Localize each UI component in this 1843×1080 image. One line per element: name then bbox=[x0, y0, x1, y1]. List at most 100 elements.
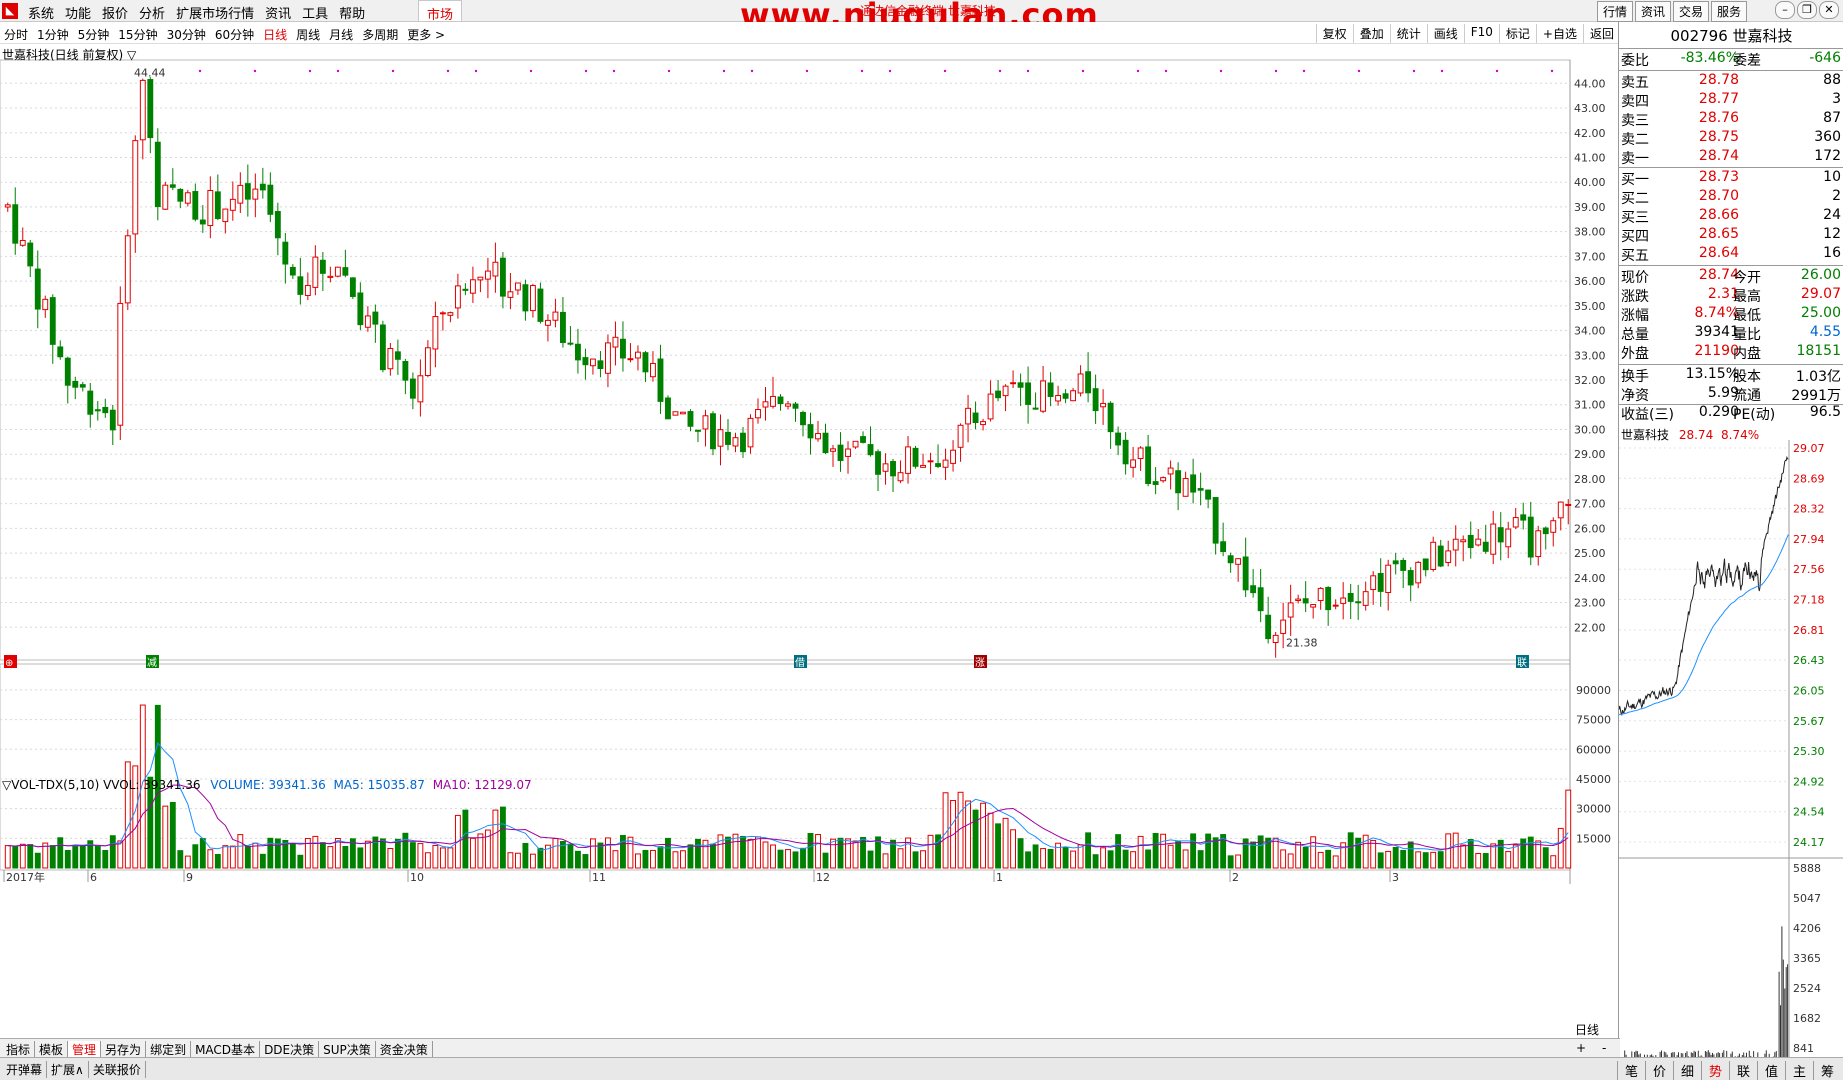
kline-title[interactable]: 世嘉科技(日线 前复权) ▽ bbox=[2, 46, 136, 63]
period-tab-fenshi[interactable]: 分时 bbox=[4, 26, 28, 43]
candle-body bbox=[282, 241, 289, 265]
menu-item-function[interactable]: 功能 bbox=[65, 3, 102, 22]
volume-bar bbox=[1137, 835, 1144, 869]
candle-body bbox=[514, 282, 521, 291]
menu-item-system[interactable]: 系统 bbox=[28, 3, 65, 22]
volume-indicator-title: ▽VOL-TDX(5,10) VVOL: 39341.36 VOLUME: 39… bbox=[2, 778, 532, 792]
menu-item-ext-market[interactable]: 扩展市场行情 bbox=[176, 3, 265, 22]
kline-chart-area[interactable]: 44.00 43.00 42.00 41.00 40.00 39.00 38.00 37.00… bbox=[0, 44, 1620, 1038]
back-button[interactable]: 返回 bbox=[1582, 24, 1620, 43]
service-button[interactable]: 服务 bbox=[1710, 1, 1747, 22]
draw-line-button[interactable]: 画线 bbox=[1426, 24, 1464, 43]
candle-body bbox=[492, 261, 499, 277]
candle-body bbox=[725, 431, 731, 445]
period-tab-daily[interactable]: 日线 bbox=[263, 26, 287, 43]
menu-item-news[interactable]: 资讯 bbox=[265, 3, 302, 22]
volume-bar bbox=[252, 842, 259, 869]
ask-row[interactable]: 卖三 28.76 87 bbox=[1619, 110, 1843, 129]
tab-fund[interactable]: 资金决策 bbox=[376, 1041, 433, 1058]
date-label: 10 bbox=[410, 871, 424, 884]
mini-tab-zhi[interactable]: 值 bbox=[1757, 1061, 1785, 1080]
tab-macd[interactable]: MACD基本 bbox=[191, 1041, 261, 1058]
close-icon[interactable]: ✕ bbox=[1819, 1, 1839, 19]
volume-bar bbox=[342, 846, 349, 869]
mini-tab-jia[interactable]: 价 bbox=[1645, 1061, 1673, 1080]
volume-bar bbox=[770, 844, 776, 869]
candle-body bbox=[409, 378, 416, 399]
price-tick-label: 29.00 bbox=[1574, 448, 1606, 461]
volume-bar bbox=[1182, 849, 1189, 869]
overlay-button[interactable]: 叠加 bbox=[1352, 24, 1390, 43]
tab-indicator[interactable]: 指标 bbox=[2, 1041, 36, 1058]
period-tab-60min[interactable]: 60分钟 bbox=[215, 26, 254, 43]
tab-manage[interactable]: 管理 bbox=[68, 1041, 102, 1058]
vol-indicator-name[interactable]: ▽VOL-TDX(5,10) VVOL: 39341.36 bbox=[2, 778, 201, 792]
menu-item-tools[interactable]: 工具 bbox=[302, 3, 339, 22]
ask-row[interactable]: 卖二 28.75 360 bbox=[1619, 129, 1843, 148]
tab-save-as[interactable]: 另存为 bbox=[101, 1041, 147, 1058]
period-tab-monthly[interactable]: 月线 bbox=[329, 26, 353, 43]
mini-tab-chou[interactable]: 筹 bbox=[1813, 1061, 1841, 1080]
mark-button[interactable]: 标记 bbox=[1498, 24, 1536, 43]
f10-button[interactable]: F10 bbox=[1463, 24, 1499, 43]
ask-row[interactable]: 卖一 28.74 172 bbox=[1619, 148, 1843, 167]
bid-row[interactable]: 买一 28.73 10 bbox=[1619, 169, 1843, 188]
minimize-icon[interactable]: – bbox=[1775, 1, 1795, 19]
period-tab-weekly[interactable]: 周线 bbox=[296, 26, 320, 43]
signal-dot bbox=[1412, 69, 1416, 73]
menu-item-analysis[interactable]: 分析 bbox=[139, 3, 176, 22]
period-tab-1min[interactable]: 1分钟 bbox=[37, 26, 69, 43]
candle-body bbox=[1205, 489, 1212, 500]
mini-tab-xi[interactable]: 细 bbox=[1673, 1061, 1701, 1080]
period-tab-5min[interactable]: 5分钟 bbox=[78, 26, 110, 43]
mini-tab-lian[interactable]: 联 bbox=[1729, 1061, 1757, 1080]
period-tab-30min[interactable]: 30分钟 bbox=[167, 26, 206, 43]
tab-template[interactable]: 模板 bbox=[35, 1041, 69, 1058]
volume-bar bbox=[1332, 855, 1339, 869]
add-watchlist-button[interactable]: +自选 bbox=[1535, 24, 1583, 43]
mini-tab-bi[interactable]: 笔 bbox=[1617, 1061, 1645, 1080]
tab-sup[interactable]: SUP决策 bbox=[319, 1041, 376, 1058]
adjust-button[interactable]: 复权 bbox=[1315, 24, 1353, 43]
bid-row[interactable]: 买三 28.66 24 bbox=[1619, 207, 1843, 226]
bid-row[interactable]: 买四 28.65 12 bbox=[1619, 226, 1843, 245]
related-quote-toggle[interactable]: 关联报价 bbox=[89, 1061, 146, 1078]
stat-label: 最高 bbox=[1733, 289, 1761, 305]
period-tab-more[interactable]: 更多 > bbox=[407, 26, 445, 43]
event-marker-label: 涨 bbox=[975, 657, 985, 669]
kline-chart[interactable]: 44.00 43.00 42.00 41.00 40.00 39.00 38.00 37.00… bbox=[0, 44, 1618, 1038]
mini-volume-tick: 841 bbox=[1793, 1042, 1814, 1055]
market-button[interactable]: 市场 bbox=[418, 0, 463, 23]
mini-tab-shi[interactable]: 势 bbox=[1701, 1061, 1729, 1080]
stats-button[interactable]: 统计 bbox=[1389, 24, 1427, 43]
menu-item-help[interactable]: 帮助 bbox=[339, 3, 376, 22]
ask-row[interactable]: 卖四 28.77 3 bbox=[1619, 91, 1843, 110]
bid-row[interactable]: 买二 28.70 2 bbox=[1619, 188, 1843, 207]
ask-row[interactable]: 卖五 28.78 88 bbox=[1619, 72, 1843, 91]
quote-button[interactable]: 行情 bbox=[1596, 1, 1633, 22]
level-price: 28.74 bbox=[1698, 148, 1739, 164]
tab-dde[interactable]: DDE决策 bbox=[260, 1041, 320, 1058]
candle-body bbox=[755, 409, 761, 419]
candle-body bbox=[747, 417, 754, 448]
dayline-label[interactable]: 日线 bbox=[1575, 1021, 1599, 1038]
period-tab-multi[interactable]: 多周期 bbox=[362, 26, 398, 43]
tab-bind-to[interactable]: 绑定到 bbox=[146, 1041, 192, 1058]
price-tick-label: 43.00 bbox=[1574, 102, 1606, 115]
volume-bar bbox=[830, 838, 836, 869]
danmu-toggle[interactable]: 开弹幕 bbox=[2, 1061, 48, 1078]
bid-row[interactable]: 买五 28.64 16 bbox=[1619, 245, 1843, 264]
menu-item-quote[interactable]: 报价 bbox=[102, 3, 139, 22]
expand-toggle[interactable]: 扩展∧ bbox=[47, 1061, 89, 1078]
stat-label: 流通 bbox=[1733, 388, 1761, 404]
zoom-out-button[interactable]: - bbox=[1602, 1041, 1606, 1055]
mini-tab-zhu[interactable]: 主 bbox=[1785, 1061, 1813, 1080]
level-qty: 2 bbox=[1832, 188, 1841, 204]
period-tab-15min[interactable]: 15分钟 bbox=[118, 26, 157, 43]
mini-price-tick: 25.67 bbox=[1793, 715, 1825, 728]
news-button[interactable]: 资讯 bbox=[1634, 1, 1671, 22]
restore-icon[interactable]: ❐ bbox=[1797, 1, 1817, 19]
trade-button[interactable]: 交易 bbox=[1672, 1, 1709, 22]
intraday-mini-chart[interactable]: 29.07 28.69 28.32 27.94 27.56 27.18 26.81 26.43… bbox=[1619, 440, 1843, 1068]
zoom-in-button[interactable]: + bbox=[1576, 1041, 1586, 1055]
